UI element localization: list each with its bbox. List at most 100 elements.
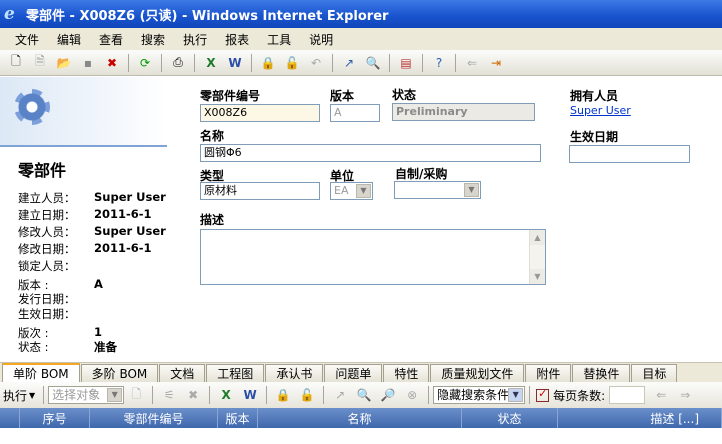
chevron-down-icon[interactable]: ▼	[356, 184, 371, 198]
hide-search-dropdown[interactable]: 隐藏搜索条件 ▼	[433, 386, 526, 404]
column-description[interactable]: 描述 [...]	[558, 408, 722, 428]
help-icon[interactable]: ?	[429, 53, 449, 73]
item-info-panel: 零部件 建立人员： Super User 建立日期： 2011-6-1 修改人员： S…	[0, 77, 167, 357]
clear-search-icon[interactable]: 🔎	[378, 385, 398, 405]
type-field[interactable]: 原材料	[200, 182, 320, 200]
column-sequence[interactable]: 序号	[20, 408, 90, 428]
lock-icon[interactable]: 🔒	[258, 53, 278, 73]
promote-icon[interactable]: ↗	[330, 385, 350, 405]
ie-logo-icon: e	[4, 4, 15, 24]
menu-reports[interactable]: 报表	[216, 31, 258, 48]
scroll-down-icon[interactable]: ▼	[530, 269, 545, 284]
next-page-icon[interactable]: ⇒	[675, 385, 695, 405]
menu-file[interactable]: 文件	[6, 31, 48, 48]
excel-icon[interactable]: X	[216, 385, 236, 405]
part-number-field[interactable]: X008Z6	[200, 104, 320, 122]
excel-icon[interactable]: X	[201, 53, 221, 73]
window-title: 零部件 - X008Z6 (只读) - Windows Internet Exp…	[26, 8, 389, 24]
menu-edit[interactable]: 编辑	[48, 31, 90, 48]
toolbar-separator	[529, 386, 531, 404]
tab-single-level-bom[interactable]: 单阶 BOM	[2, 363, 80, 383]
new-row-icon[interactable]: 🗋	[126, 385, 146, 405]
column-name[interactable]: 名称	[258, 408, 462, 428]
owner-link[interactable]: Super User	[570, 104, 631, 117]
main-toolbar: 🗋 🗎 📂 ▪ ✖ ⟳ ⎙ X W 🔒 🔓 ↶ ↗ 🔍 ▤ ? ⇐ ⇥	[0, 50, 722, 76]
menu-search[interactable]: 搜索	[132, 31, 174, 48]
report-icon[interactable]: ▤	[396, 53, 416, 73]
tab-substitutes[interactable]: 替换件	[572, 364, 631, 383]
stop-icon[interactable]: ⊗	[402, 385, 422, 405]
owner-label: 拥有人员	[570, 89, 619, 103]
search-icon[interactable]: 🔍	[354, 385, 374, 405]
tab-goals[interactable]: 目标	[631, 364, 678, 383]
name-field[interactable]: 圆钢Φ6	[200, 144, 541, 162]
remove-icon[interactable]: ✖	[183, 385, 203, 405]
prev-page-icon[interactable]: ⇐	[651, 385, 671, 405]
per-page-label: 每页条数:	[553, 388, 606, 403]
state-field[interactable]: Preliminary	[392, 103, 535, 121]
tab-quality-planning[interactable]: 质量规划文件	[430, 364, 525, 383]
version-field[interactable]: A	[330, 104, 380, 122]
tab-multi-level-bom[interactable]: 多阶 BOM	[80, 364, 159, 383]
paging-checkbox[interactable]	[536, 387, 550, 402]
per-page-input[interactable]	[609, 386, 646, 404]
description-textarea[interactable]: ▲ ▼	[200, 229, 546, 285]
state-label: 状态	[392, 88, 417, 102]
select-object-dropdown[interactable]: 选择对象 ▼	[48, 386, 125, 404]
new-icon[interactable]: 🗋	[6, 53, 26, 73]
tab-documents[interactable]: 文档	[159, 364, 206, 383]
chevron-down-icon: ▼	[508, 388, 524, 402]
tab-approval[interactable]: 承认书	[265, 364, 324, 383]
delete-icon[interactable]: ✖	[102, 53, 122, 73]
make-buy-label: 自制/采购	[395, 167, 448, 181]
lock-icon[interactable]: 🔒	[273, 385, 293, 405]
menu-execute[interactable]: 执行	[174, 31, 216, 48]
tab-characteristics[interactable]: 特性	[383, 364, 430, 383]
search-doc-icon[interactable]: 🔍	[363, 53, 383, 73]
toolbar-separator	[455, 53, 456, 72]
preview-icon[interactable]: 🗎	[30, 53, 50, 73]
claim-icon[interactable]: ⇐	[462, 53, 482, 73]
print-icon[interactable]: ⎙	[168, 53, 188, 73]
tab-attachments[interactable]: 附件	[525, 364, 572, 383]
toolbar-separator	[128, 53, 129, 72]
unit-value: EA	[334, 184, 349, 197]
chevron-down-icon[interactable]: ▼	[464, 183, 479, 197]
column-part-number[interactable]: 零部件编号	[90, 408, 218, 428]
menu-help[interactable]: 说明	[300, 31, 342, 48]
unlock-icon[interactable]: 🔓	[297, 385, 317, 405]
column-version[interactable]: 版本	[218, 408, 258, 428]
menu-tools[interactable]: 工具	[258, 31, 300, 48]
info-modified-by: 修改人员： Super User	[18, 224, 166, 239]
window-titlebar: e 零部件 - X008Z6 (只读) - Windows Internet E…	[0, 0, 722, 28]
item-type-title: 零部件	[18, 161, 67, 180]
relationship-toolbar: 执行 ▼ 选择对象 ▼ 🗋 ⚟ ✖ X W 🔒 🔓 ↗ 🔍 🔎 ⊗ 隐藏搜索条件 ▼…	[0, 382, 722, 408]
menu-view[interactable]: 查看	[90, 31, 132, 48]
exit-icon[interactable]: ⇥	[486, 53, 506, 73]
toolbar-separator	[152, 386, 154, 404]
pick-icon[interactable]: ⚟	[159, 385, 179, 405]
toolbar-separator	[161, 53, 162, 72]
toolbar-separator	[209, 386, 211, 404]
save-icon[interactable]: ▪	[78, 53, 98, 73]
unit-select[interactable]: EA ▼	[330, 182, 373, 200]
column-state[interactable]: 状态	[462, 408, 558, 428]
execute-menu[interactable]: 执行	[3, 387, 27, 404]
scroll-up-icon[interactable]: ▲	[530, 230, 545, 245]
tab-issues[interactable]: 问题单	[324, 364, 383, 383]
tab-drawings[interactable]: 工程图	[206, 364, 265, 383]
effective-date-field[interactable]	[569, 145, 690, 163]
description-scrollbar[interactable]: ▲ ▼	[529, 230, 545, 284]
promote-icon[interactable]: ↗	[339, 53, 359, 73]
grid-select-column[interactable]	[0, 408, 20, 428]
make-buy-select[interactable]: ▼	[394, 181, 481, 199]
chevron-down-icon[interactable]: ▼	[29, 391, 35, 400]
unlock-icon[interactable]: 🔓	[282, 53, 302, 73]
word-icon[interactable]: W	[225, 53, 245, 73]
open-icon[interactable]: 📂	[54, 53, 74, 73]
version-label: 版本	[330, 89, 355, 103]
info-effective-date: 生效日期：	[18, 307, 76, 321]
word-icon[interactable]: W	[240, 385, 260, 405]
undo-icon[interactable]: ↶	[306, 53, 326, 73]
refresh-icon[interactable]: ⟳	[135, 53, 155, 73]
